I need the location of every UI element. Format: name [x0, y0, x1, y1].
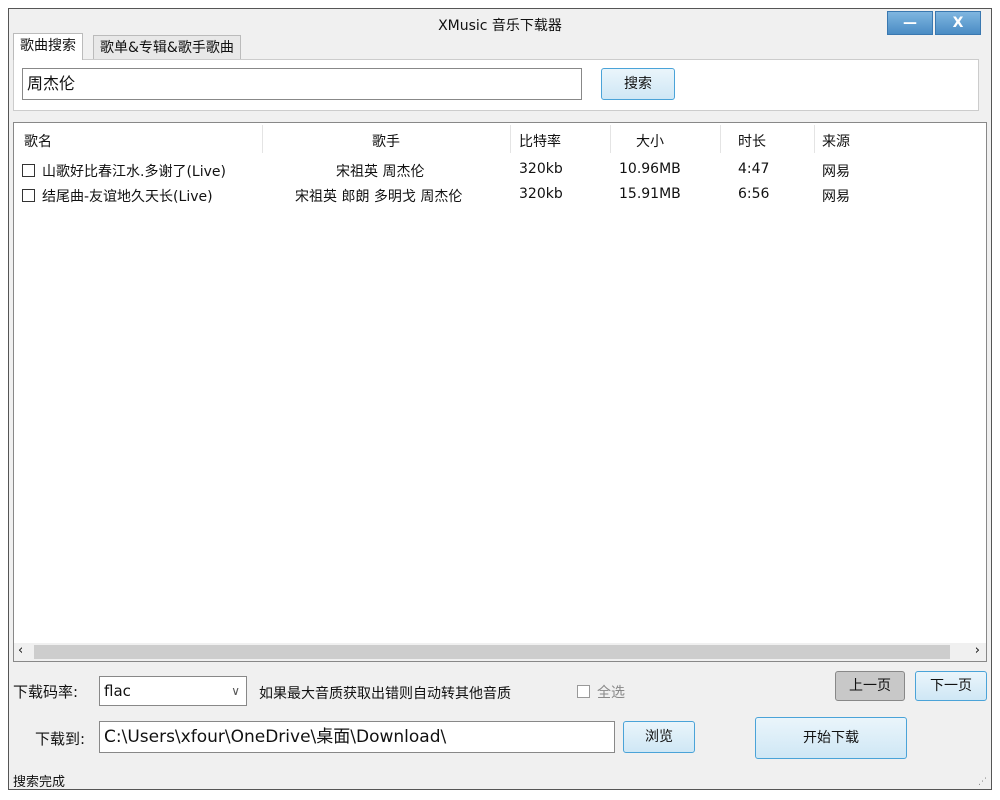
results-table: 歌名 歌手 比特率 大小 时长 来源 山歌好比春江水.多谢了(Live) 宋祖英… [13, 122, 987, 662]
search-button[interactable]: 搜索 [601, 68, 675, 100]
column-header-source[interactable]: 来源 [822, 131, 850, 151]
column-header-duration[interactable]: 时长 [738, 131, 766, 151]
path-label: 下载到: [35, 730, 86, 748]
table-row[interactable]: 结尾曲-友谊地久天长(Live) 宋祖英 郎朗 多明戈 周杰伦 320kb 15… [14, 184, 986, 208]
song-name: 结尾曲-友谊地久天长(Live) [42, 189, 213, 205]
column-header-bitrate[interactable]: 比特率 [519, 131, 561, 151]
select-all-checkbox[interactable] [577, 685, 590, 698]
horizontal-scrollbar[interactable]: ‹ › [14, 643, 986, 661]
window-title: XMusic 音乐下载器 [438, 18, 562, 34]
duration: 6:56 [738, 186, 770, 202]
search-panel: 周杰伦 搜索 [13, 59, 979, 111]
bitrate-select[interactable]: flac ∨ [99, 676, 247, 706]
artist: 宋祖英 郎朗 多明戈 周杰伦 [295, 189, 463, 205]
prev-page-button[interactable]: 上一页 [835, 671, 905, 701]
tab-song-search[interactable]: 歌曲搜索 [13, 33, 83, 60]
close-button[interactable]: X [935, 11, 981, 35]
artist: 宋祖英 周杰伦 [336, 164, 425, 180]
scroll-left-icon[interactable]: ‹ [18, 643, 23, 658]
source: 网易 [822, 164, 850, 180]
bitrate-hint: 如果最大音质获取出错则自动转其他音质 [259, 686, 511, 702]
column-header-name[interactable]: 歌名 [24, 131, 52, 151]
start-download-button[interactable]: 开始下载 [755, 717, 907, 759]
select-all-label[interactable]: 全选 [597, 682, 625, 702]
song-name: 山歌好比春江水.多谢了(Live) [42, 164, 226, 180]
row-checkbox[interactable] [22, 164, 35, 177]
bitrate: 320kb [519, 161, 563, 177]
size: 15.91MB [619, 186, 681, 202]
bitrate-value: flac [104, 682, 131, 700]
column-header-artist[interactable]: 歌手 [372, 131, 400, 151]
browse-button[interactable]: 浏览 [623, 721, 695, 753]
tab-playlist-album[interactable]: 歌单&专辑&歌手歌曲 [93, 35, 241, 60]
next-page-button[interactable]: 下一页 [915, 671, 987, 701]
size: 10.96MB [619, 161, 681, 177]
source: 网易 [822, 189, 850, 205]
row-checkbox[interactable] [22, 189, 35, 202]
app-window: XMusic 音乐下载器 — X 歌曲搜索 歌单&专辑&歌手歌曲 周杰伦 搜索 … [8, 8, 992, 790]
search-input[interactable]: 周杰伦 [22, 68, 582, 100]
bitrate: 320kb [519, 186, 563, 202]
minimize-button[interactable]: — [887, 11, 933, 35]
duration: 4:47 [738, 161, 770, 177]
table-row[interactable]: 山歌好比春江水.多谢了(Live) 宋祖英 周杰伦 320kb 10.96MB … [14, 159, 986, 183]
resize-grip-icon[interactable]: ⋰ [978, 777, 987, 787]
status-text: 搜索完成 [13, 775, 66, 790]
download-path-input[interactable]: C:\Users\xfour\OneDrive\桌面\Download\ [99, 721, 615, 753]
scrollbar-thumb[interactable] [34, 645, 950, 659]
bitrate-label: 下载码率: [13, 683, 79, 701]
column-header-size[interactable]: 大小 [636, 131, 664, 151]
scroll-right-icon[interactable]: › [975, 643, 980, 658]
chevron-down-icon: ∨ [231, 684, 240, 698]
